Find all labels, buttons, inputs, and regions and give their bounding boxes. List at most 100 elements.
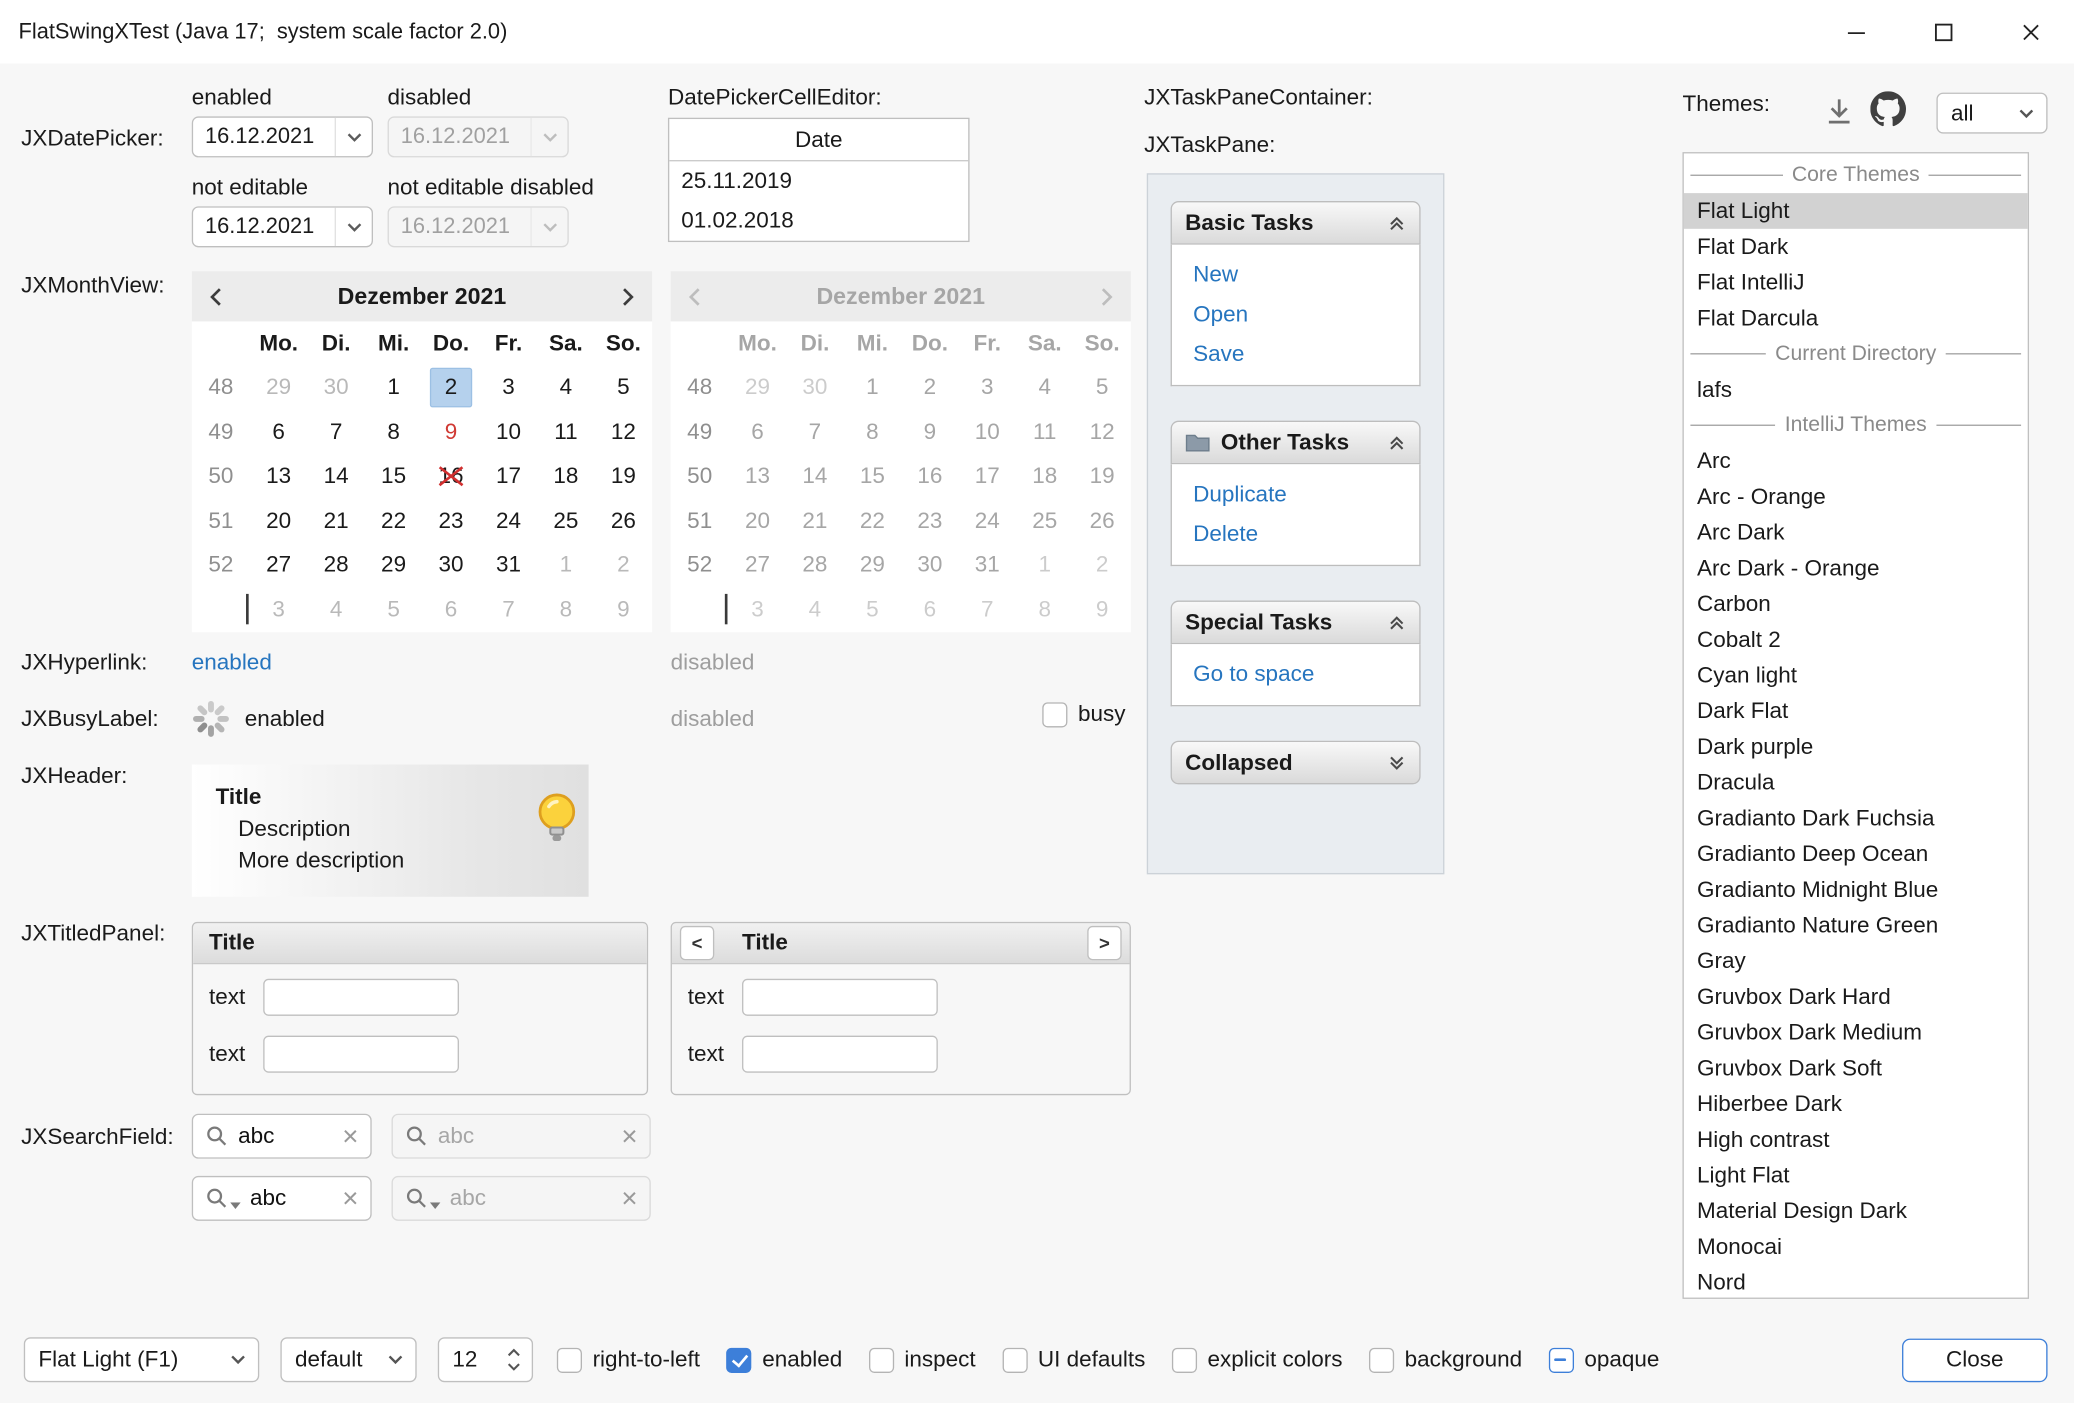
theme-list-item[interactable]: High contrast — [1684, 1122, 2028, 1158]
table-cell[interactable]: 25.11.2019 — [669, 161, 968, 201]
theme-list-item[interactable]: Arc — [1684, 443, 2028, 479]
checkbox-box[interactable] — [1549, 1347, 1574, 1372]
calendar-day[interactable]: 25 — [1016, 499, 1073, 543]
search-dropdown-icon[interactable] — [205, 1186, 241, 1210]
datepicker-enabled[interactable]: 16.12.2021 — [192, 116, 373, 157]
titledpanel-right-button[interactable]: > — [1087, 926, 1121, 960]
calendar-day[interactable]: 21 — [786, 499, 843, 543]
calendar-day[interactable]: 29 — [844, 543, 901, 587]
calendar-day[interactable]: 28 — [786, 543, 843, 587]
taskpane-link[interactable]: Delete — [1193, 521, 1398, 547]
calendar-day[interactable]: 1 — [365, 366, 422, 410]
theme-list-item[interactable]: Material Design Dark — [1684, 1193, 2028, 1229]
clear-search-icon[interactable]: × — [342, 1184, 358, 1212]
theme-list-item[interactable]: Gradianto Deep Ocean — [1684, 836, 2028, 872]
theme-list-item[interactable]: Carbon — [1684, 586, 2028, 622]
calendar-day[interactable]: 27 — [729, 543, 786, 587]
calendar-day[interactable]: 29 — [729, 366, 786, 410]
themes-filter-combobox[interactable]: all — [1936, 93, 2047, 134]
calendar-day[interactable]: 15 — [844, 454, 901, 498]
theme-list-item[interactable]: Gruvbox Dark Soft — [1684, 1050, 2028, 1086]
calendar-day[interactable]: 9 — [901, 410, 958, 454]
calendar-day[interactable]: 5 — [365, 587, 422, 631]
theme-list-item[interactable]: Arc Dark — [1684, 515, 2028, 551]
taskpane-link[interactable]: New — [1193, 262, 1398, 288]
calendar-day[interactable]: 30 — [422, 543, 479, 587]
calendar-day[interactable]: 25 — [537, 499, 594, 543]
calendar-day[interactable]: 13 — [250, 454, 307, 498]
calendar-day[interactable]: 7 — [307, 410, 364, 454]
calendar-day[interactable]: 19 — [1073, 454, 1130, 498]
calendar-day[interactable]: 13 — [729, 454, 786, 498]
theme-list-item[interactable]: Flat Darcula — [1684, 300, 2028, 336]
calendar-day[interactable]: 20 — [729, 499, 786, 543]
datepicker-not-editable[interactable]: 16.12.2021 — [192, 206, 373, 247]
checkbox-box[interactable] — [726, 1347, 751, 1372]
chevron-down-icon[interactable] — [335, 208, 372, 246]
calendar-day[interactable]: 16 — [901, 454, 958, 498]
calendar-day[interactable]: 20 — [250, 499, 307, 543]
calendar-day[interactable]: 15 — [365, 454, 422, 498]
calendar-day[interactable]: 9 — [1073, 587, 1130, 631]
laf-combobox[interactable]: Flat Light (F1) — [24, 1337, 259, 1382]
calendar-day[interactable]: 21 — [307, 499, 364, 543]
font-size-spinner[interactable]: 12 — [438, 1337, 533, 1382]
calendar-day[interactable]: 8 — [1016, 587, 1073, 631]
calendar-day[interactable]: 3 — [959, 366, 1016, 410]
calendar-day[interactable]: 5 — [1073, 366, 1130, 410]
calendar-day[interactable]: 4 — [1016, 366, 1073, 410]
calendar-day[interactable]: 22 — [365, 499, 422, 543]
calendar-day[interactable]: 3 — [250, 587, 307, 631]
taskpane-link[interactable]: Duplicate — [1193, 481, 1398, 507]
calendar-day[interactable]: 1 — [537, 543, 594, 587]
close-button[interactable]: Close — [1902, 1338, 2047, 1382]
calendar-day[interactable]: 26 — [595, 499, 652, 543]
taskpane-header-collapsed[interactable]: Collapsed — [1171, 741, 1421, 785]
hyperlink-enabled[interactable]: enabled — [192, 649, 272, 675]
calendar-prev-button[interactable] — [209, 286, 222, 306]
calendar-day[interactable]: 1 — [1016, 543, 1073, 587]
theme-list-item[interactable]: Hiberbee Dark — [1684, 1086, 2028, 1122]
calendar-day[interactable]: 16 — [422, 454, 479, 498]
download-button[interactable] — [1823, 95, 1856, 128]
calendar-day[interactable]: 12 — [595, 410, 652, 454]
calendar-day[interactable]: 2 — [1073, 543, 1130, 587]
calendar-day[interactable]: 30 — [786, 366, 843, 410]
calendar-day[interactable]: 23 — [901, 499, 958, 543]
calendar-day[interactable]: 12 — [1073, 410, 1130, 454]
calendar-day[interactable]: 27 — [250, 543, 307, 587]
taskpane-header-basic-tasks[interactable]: Basic Tasks — [1171, 201, 1421, 245]
calendar-day[interactable]: 1 — [844, 366, 901, 410]
calendar-day[interactable]: 7 — [480, 587, 537, 631]
close-window-button[interactable] — [1987, 0, 2074, 63]
clear-search-icon[interactable]: × — [342, 1122, 358, 1150]
calendar-day[interactable]: 6 — [729, 410, 786, 454]
calendar-day[interactable]: 24 — [480, 499, 537, 543]
calendar-day[interactable]: 8 — [365, 410, 422, 454]
font-combobox[interactable]: default — [280, 1337, 416, 1382]
theme-list-item[interactable]: Flat IntelliJ — [1684, 265, 2028, 301]
calendar-day[interactable]: 5 — [595, 366, 652, 410]
calendar-day[interactable]: 14 — [307, 454, 364, 498]
calendar-day[interactable]: 17 — [480, 454, 537, 498]
search-field[interactable]: abc× — [192, 1176, 372, 1221]
calendar-day[interactable]: 11 — [537, 410, 594, 454]
theme-list-item[interactable]: Gruvbox Dark Medium — [1684, 1015, 2028, 1051]
calendar-day[interactable]: 29 — [365, 543, 422, 587]
calendar-day[interactable]: 10 — [959, 410, 1016, 454]
calendar-day[interactable]: 23 — [422, 499, 479, 543]
calendar-day[interactable]: 10 — [480, 410, 537, 454]
calendar-day[interactable]: 9 — [595, 587, 652, 631]
search-field[interactable]: abc× — [192, 1114, 372, 1159]
checkbox-box[interactable] — [557, 1347, 582, 1372]
theme-list-item[interactable]: Gray — [1684, 943, 2028, 979]
theme-list-item[interactable]: Nord — [1684, 1265, 2028, 1299]
calendar-day[interactable]: 8 — [844, 410, 901, 454]
checkbox-box[interactable] — [1172, 1347, 1197, 1372]
calendar-day[interactable]: 4 — [307, 587, 364, 631]
collapse-button[interactable] — [1388, 433, 1407, 452]
checkbox-box[interactable] — [1002, 1347, 1027, 1372]
theme-list-item[interactable]: lafs — [1684, 372, 2028, 408]
calendar-day[interactable]: 11 — [1016, 410, 1073, 454]
theme-list-item[interactable]: Dark purple — [1684, 729, 2028, 765]
